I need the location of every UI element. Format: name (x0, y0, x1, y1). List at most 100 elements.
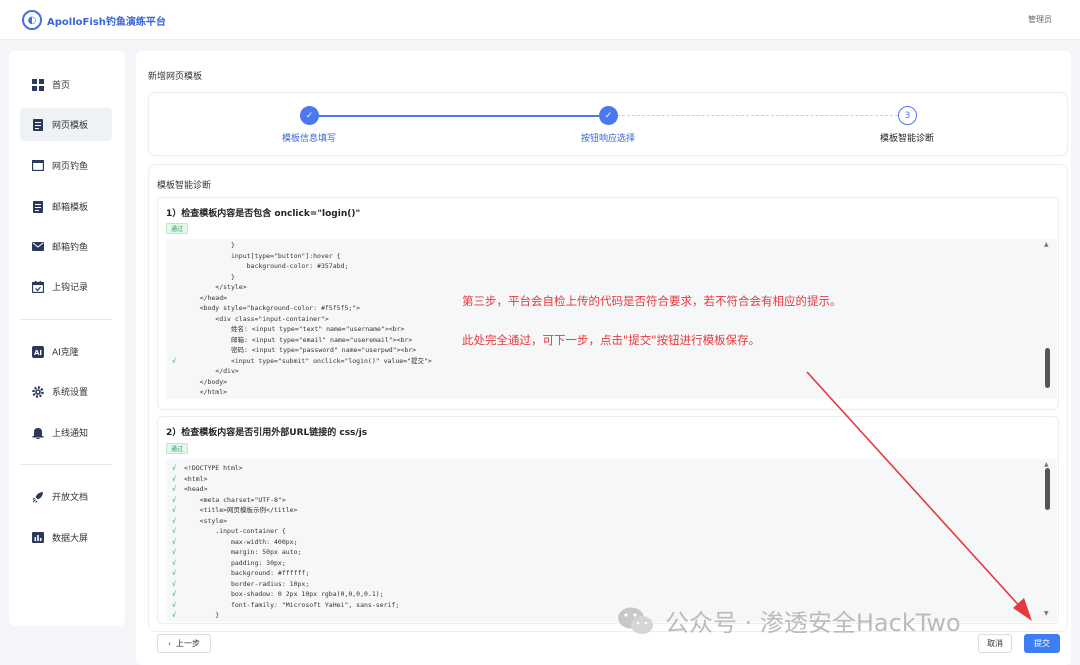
sidebar-item-hook-records[interactable]: 上钩记录 (20, 270, 112, 303)
sidebar-item-label: AI克隆 (52, 348, 79, 358)
watermark-text: 公众号 · 渗透安全HackTwo (665, 609, 961, 637)
app-brand[interactable]: ApolloFish钓鱼演练平台 (47, 13, 166, 28)
gear-icon (32, 385, 44, 398)
sidebar-item-mail-phishing[interactable]: 邮箱钓鱼 (20, 230, 112, 263)
code-text: <html> (184, 474, 208, 483)
submit-button[interactable]: 提交 (1024, 634, 1060, 653)
code-text: input[type="button"]:hover { (184, 251, 341, 260)
sidebar-item-open-docs[interactable]: 开放文档 (20, 480, 112, 513)
code-line: <div class="input-container"> (166, 314, 1057, 325)
bell-icon (32, 427, 44, 439)
check-mark-icon: √ (172, 527, 176, 535)
check-mark-icon: √ (172, 537, 176, 546)
check-mark-icon: √ (172, 611, 176, 619)
check-mark-icon: √ (172, 495, 176, 504)
sidebar-item-ai-clone[interactable]: AI AI克隆 (20, 335, 112, 368)
code-line: } (166, 272, 1057, 283)
sidebar-item-label: 系统设置 (52, 388, 89, 398)
code-text: } (184, 241, 235, 249)
code-text: 密码: <input type="password" name="userpwd… (184, 346, 417, 354)
chevron-left-icon: ‹ (168, 639, 171, 648)
cancel-button[interactable]: 取消 (978, 634, 1012, 653)
code-line: background-color: #357abd; (166, 261, 1057, 272)
code-text: } (184, 272, 235, 281)
sidebar-item-label: 开放文档 (52, 493, 89, 503)
svg-text:AI: AI (34, 349, 42, 357)
chart-icon (32, 532, 44, 544)
check-mark-icon: √ (172, 464, 176, 472)
check-mark-icon: √ (172, 506, 176, 514)
prev-step-button[interactable]: ‹ 上一步 (157, 634, 211, 653)
check-mark-icon: √ (172, 600, 176, 609)
pass-badge: 通过 (166, 443, 188, 454)
grid-icon (32, 78, 44, 91)
code-text: <meta charset="UTF-8"> (184, 495, 286, 504)
sidebar-divider (20, 464, 112, 465)
step-3-label: 模板智能诊断 (879, 134, 935, 144)
code-text: border-radius: 10px; (184, 579, 310, 588)
check-2-title: 2）检查模板内容是否引用外部URL链接的 css/js (166, 428, 368, 438)
code-text: box-shadow: 0 2px 10px rgba(0,0,0,0.1); (184, 590, 384, 598)
check-mark-icon: √ (172, 516, 176, 525)
window-icon (32, 160, 44, 172)
sidebar-item-label: 上钩记录 (52, 283, 89, 293)
scroll-down-icon[interactable]: ▼ (1044, 610, 1049, 617)
user-menu[interactable]: 管理员 (1028, 14, 1052, 25)
top-bar: ◐ ApolloFish钓鱼演练平台 管理员 (0, 0, 1080, 40)
scroll-up-icon[interactable]: ▲ (1044, 241, 1049, 248)
calendar-icon (32, 280, 44, 293)
code-text: <title>网页模板示例</title> (184, 506, 298, 514)
document-icon (32, 200, 44, 213)
check-1-title: 1）检查模板内容是否包含 onclick="login()" (166, 209, 361, 219)
mail-icon (32, 241, 44, 253)
code-text: </html> (184, 388, 228, 396)
annotation-line-2: 此处完全通过，可下一步，点击"提交"按钮进行模板保存。 (462, 333, 761, 347)
sidebar-item-web-templates[interactable]: 网页模板 (20, 108, 112, 141)
check-mark-icon: √ (172, 474, 176, 483)
check-mark-icon: √ (172, 579, 176, 588)
scrollbar-thumb[interactable] (1045, 468, 1050, 510)
code-text: margin: 50px auto; (184, 548, 302, 556)
code-text: </style> (184, 283, 247, 291)
check-mark-icon: √ (172, 356, 176, 365)
check-mark-icon: √ (172, 548, 176, 556)
code-text: <body style="background-color: #f5f5f5;"… (184, 304, 361, 312)
sidebar-item-web-phishing[interactable]: 网页钓鱼 (20, 149, 112, 182)
step-2-check-icon: ✓ (599, 106, 618, 125)
prev-step-label: 上一步 (175, 639, 200, 648)
code-text: </body> (184, 377, 228, 386)
sidebar-item-mail-templates[interactable]: 邮箱模板 (20, 190, 112, 223)
step-connector-done (318, 115, 599, 117)
sidebar-divider (20, 319, 112, 320)
check-mark-icon: √ (172, 569, 176, 577)
code-text: .input-container { (184, 527, 286, 535)
check-mark-icon: √ (172, 558, 176, 567)
annotation-line-1: 第三步，平台会自检上传的代码是否符合要求，若不符合会有相应的提示。 (462, 294, 842, 308)
code-text: } (184, 611, 220, 619)
check-mark-icon: √ (172, 485, 176, 493)
code-text: <style> (184, 516, 228, 525)
page-title: 新增网页模板 (148, 72, 203, 82)
step-connector-pending (617, 115, 898, 116)
sidebar-item-label: 首页 (52, 81, 71, 91)
code-text: 邮箱: <input type="email" name="useremail"… (184, 335, 413, 344)
code-text: <div class="input-container"> (184, 314, 329, 323)
code-text: padding: 30px; (184, 558, 286, 567)
diagnosis-title: 模板智能诊断 (157, 181, 212, 191)
sidebar-item-label: 数据大屏 (52, 534, 89, 544)
step-1-check-icon: ✓ (300, 106, 319, 125)
sidebar-item-settings[interactable]: 系统设置 (20, 375, 112, 408)
sidebar-item-label: 网页钓鱼 (52, 162, 89, 172)
sidebar-item-home[interactable]: 首页 (20, 68, 112, 101)
sidebar-item-data-screen[interactable]: 数据大屏 (20, 521, 112, 554)
step-1-label: 模板信息填写 (281, 134, 337, 144)
code-line: } (166, 240, 1057, 251)
watermark: 公众号 · 渗透安全HackTwo (617, 603, 961, 638)
wechat-icon (617, 606, 655, 636)
scroll-up-icon[interactable]: ▲ (1044, 461, 1049, 468)
sidebar-item-online-notify[interactable]: 上线通知 (20, 416, 112, 449)
sidebar-item-label: 上线通知 (52, 429, 89, 439)
scrollbar-thumb[interactable] (1045, 348, 1050, 388)
code-text: background: #ffffff; (184, 569, 310, 577)
check-mark-icon: √ (172, 590, 176, 598)
